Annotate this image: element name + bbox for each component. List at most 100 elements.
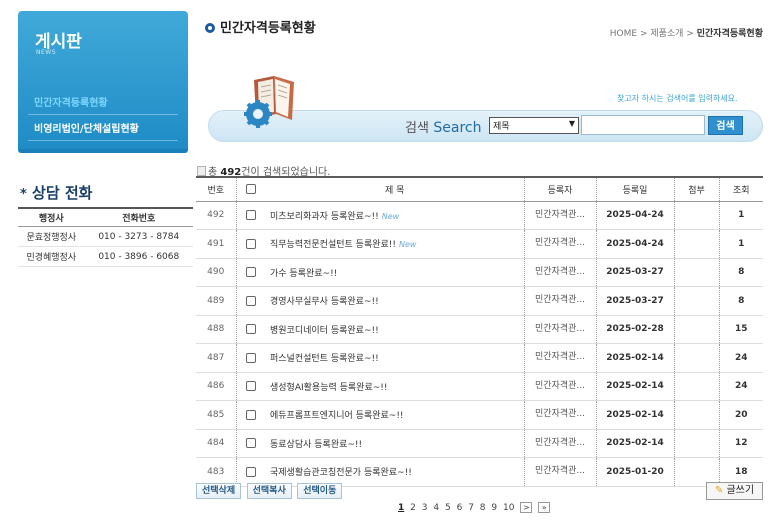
table-row: 489 경영사무실무사 등록완료~!! 민간자격관... 2025-03-27 …	[196, 286, 763, 316]
row-select[interactable]	[235, 286, 266, 316]
row-checkbox[interactable]	[246, 381, 257, 391]
page-link[interactable]: 8	[480, 503, 486, 513]
row-subject-link[interactable]: 직무능력전문컨설턴트 등록완료!!	[270, 240, 396, 250]
write-button[interactable]: ✎ 글쓰기	[706, 482, 763, 500]
row-subject-link[interactable]: 경영사무실무사 등록완료~!!	[270, 297, 379, 307]
row-select[interactable]	[235, 429, 266, 458]
row-subject-link[interactable]: 퍼스널컨설턴트 등록완료~!!	[270, 354, 379, 364]
row-checkbox[interactable]	[246, 409, 257, 420]
row-date: 2025-02-14	[595, 372, 674, 401]
move-selected-button[interactable]: 선택이동	[297, 483, 343, 499]
row-date: 2025-01-20	[595, 457, 674, 487]
row-subject-link[interactable]: 병원코디네이터 등록완료~!!	[270, 326, 379, 336]
page-link[interactable]: 5	[445, 503, 451, 513]
select-all-checkbox[interactable]	[246, 184, 257, 194]
row-select[interactable]	[235, 258, 266, 287]
row-date: 2025-04-24	[595, 201, 674, 230]
row-writer: 민간자격관...	[523, 372, 596, 401]
copy-selected-button[interactable]: 선택복사	[246, 483, 292, 499]
row-writer: 민간자격관...	[523, 201, 596, 230]
header-hits: 조회	[718, 176, 763, 202]
row-num: 488	[196, 315, 236, 344]
consult-name: 민경혜행정사	[18, 246, 85, 267]
row-subject-link[interactable]: 에듀프롬프트엔지니어 등록완료~!!	[270, 411, 404, 421]
search-button[interactable]: 검색	[708, 116, 743, 135]
row-checkbox[interactable]	[246, 352, 257, 363]
row-date: 2025-02-14	[595, 343, 674, 373]
row-select[interactable]	[235, 315, 266, 344]
search-label: 검색 Search	[405, 117, 481, 136]
row-checkbox[interactable]	[246, 210, 257, 220]
row-num: 491	[196, 229, 236, 259]
sidebar-divider	[18, 149, 188, 153]
page-link[interactable]: 2	[410, 503, 416, 513]
row-hits: 24	[718, 343, 763, 373]
table-row: 487 퍼스널컨설턴트 등록완료~!! 민간자격관... 2025-02-14 …	[196, 343, 763, 373]
row-select[interactable]	[235, 400, 266, 430]
row-subject[interactable]: 동료상담사 등록완료~!!	[266, 429, 524, 458]
row-hits: 1	[718, 229, 763, 259]
page-link[interactable]: 7	[468, 503, 474, 513]
next-page-button[interactable]: >	[520, 502, 533, 513]
row-num: 489	[196, 286, 236, 316]
row-checkbox[interactable]	[246, 466, 257, 477]
row-subject[interactable]: 국제생활습관코칭전문가 등록완료~!!	[266, 457, 524, 487]
row-subject-link[interactable]: 가수 등록완료~!!	[270, 269, 337, 279]
row-subject[interactable]: 병원코디네이터 등록완료~!!	[266, 315, 524, 344]
page-link[interactable]: 6	[457, 503, 463, 513]
row-subject[interactable]: 생성형AI활용능력 등록완료~!!	[266, 372, 524, 401]
page-link[interactable]: 9	[491, 503, 497, 513]
row-checkbox[interactable]	[246, 295, 257, 306]
consult-row: 문효정행정사 010 - 3273 - 8784	[18, 226, 193, 247]
breadcrumb-path[interactable]: HOME > 제품소개 >	[610, 29, 694, 39]
row-checkbox[interactable]	[246, 238, 257, 249]
row-subject[interactable]: 미츠보리화과자 등록완료~!! New	[266, 201, 524, 230]
board-table: 번호 제 목 등록자 등록일 첨부 조회 492 미츠보리화과자 등록완료~!!…	[196, 176, 763, 487]
row-select[interactable]	[235, 343, 266, 373]
consult-table: 행정사 전화번호 문효정행정사 010 - 3273 - 8784 민경혜행정사…	[18, 207, 193, 267]
row-hits: 8	[718, 286, 763, 316]
table-row: 485 에듀프롬프트엔지니어 등록완료~!! 민간자격관... 2025-02-…	[196, 400, 763, 430]
sidebar-panel: 게시판 NEWS 민간자격등록현황 비영리법인/단체설립현황	[18, 11, 188, 149]
row-subject-link[interactable]: 생성형AI활용능력 등록완료~!!	[270, 383, 388, 393]
row-select[interactable]	[235, 372, 266, 401]
row-subject[interactable]: 경영사무실무사 등록완료~!!	[266, 286, 524, 316]
chevron-down-icon: ▼	[568, 119, 575, 128]
search-select-value: 제목	[493, 122, 510, 132]
row-select[interactable]	[235, 201, 266, 230]
page-link[interactable]: 4	[433, 503, 439, 513]
row-date: 2025-03-27	[595, 286, 674, 316]
page-title: 민간자격등록현황	[205, 17, 316, 36]
search-field-select[interactable]: 제목 ▼	[489, 117, 579, 134]
header-attach: 첨부	[673, 176, 719, 202]
row-subject[interactable]: 퍼스널컨설턴트 등록완료~!!	[266, 343, 524, 373]
sidebar-item-private-cert[interactable]: 민간자격등록현황	[28, 89, 178, 115]
write-button-label: 글쓰기	[726, 485, 755, 496]
page-link-current[interactable]: 1	[398, 503, 404, 513]
row-attach	[673, 229, 719, 259]
row-checkbox[interactable]	[246, 438, 257, 448]
table-row: 484 동료상담사 등록완료~!! 민간자격관... 2025-02-14 12	[196, 429, 763, 458]
row-subject-link[interactable]: 국제생활습관코칭전문가 등록완료~!!	[270, 468, 412, 478]
last-page-button[interactable]: »	[538, 502, 551, 513]
row-checkbox[interactable]	[246, 267, 257, 277]
row-subject-link[interactable]: 동료상담사 등록완료~!!	[270, 440, 362, 450]
row-select[interactable]	[235, 229, 266, 259]
row-checkbox[interactable]	[246, 324, 257, 334]
page-link[interactable]: 10	[503, 503, 514, 513]
delete-selected-button[interactable]: 선택삭제	[196, 483, 242, 499]
search-label-ko: 검색	[405, 121, 429, 136]
header-select-all[interactable]	[235, 176, 266, 202]
row-subject[interactable]: 직무능력전문컨설턴트 등록완료!! New	[266, 229, 524, 259]
row-writer: 민간자격관...	[523, 343, 596, 373]
row-select[interactable]	[235, 457, 266, 487]
page-link[interactable]: 3	[422, 503, 428, 513]
row-subject[interactable]: 에듀프롬프트엔지니어 등록완료~!!	[266, 400, 524, 430]
row-subject[interactable]: 가수 등록완료~!!	[266, 258, 524, 287]
new-badge: New	[399, 240, 417, 250]
row-attach	[673, 315, 719, 344]
row-subject-link[interactable]: 미츠보리화과자 등록완료~!!	[270, 212, 379, 222]
search-input[interactable]	[581, 115, 705, 135]
row-writer: 민간자격관...	[523, 229, 596, 259]
sidebar-item-nonprofit[interactable]: 비영리법인/단체설립현황	[28, 115, 178, 141]
